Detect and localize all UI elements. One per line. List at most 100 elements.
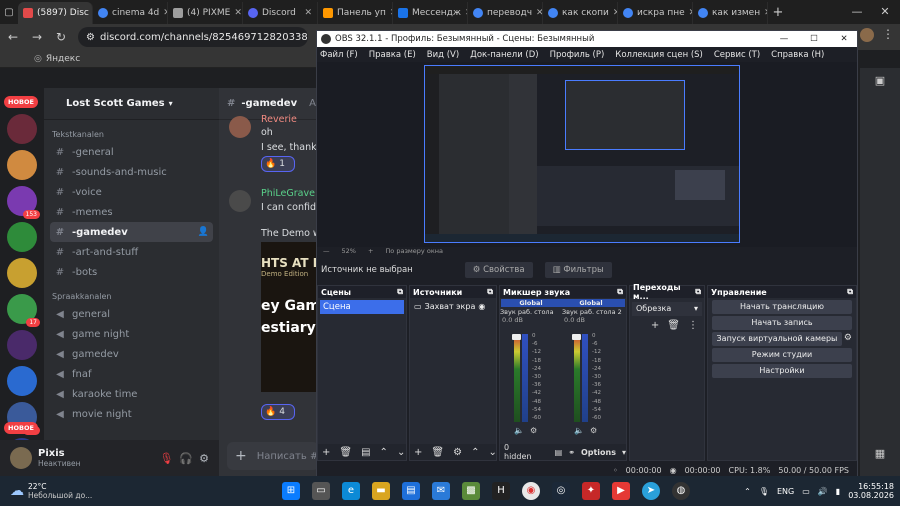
layout-icon[interactable]: ▤: [555, 448, 563, 457]
up-icon[interactable]: ⌃: [471, 447, 479, 458]
more-icon[interactable]: ⋮: [688, 320, 698, 331]
down-icon[interactable]: ⌄: [397, 447, 405, 458]
chevron-down-icon[interactable]: ▾: [622, 448, 626, 457]
gear-icon[interactable]: ⚙: [590, 426, 597, 435]
message-author[interactable]: PhiLeGrave: [261, 188, 315, 199]
eye-icon[interactable]: ◉: [478, 300, 485, 314]
browser-tab[interactable]: переводч ✕: [468, 2, 543, 24]
mail-icon[interactable]: ✉: [432, 482, 450, 500]
browser-tab[interactable]: искра пне✕: [618, 2, 693, 24]
minimize-button[interactable]: —: [842, 0, 872, 24]
dock-float-icon[interactable]: ⧉: [397, 287, 403, 297]
close-window-button[interactable]: ✕: [870, 0, 900, 24]
channel-item[interactable]: # -general: [50, 142, 213, 162]
server-icon[interactable]: [7, 258, 37, 288]
site-info-icon[interactable]: ⚙: [86, 32, 95, 43]
volume-slider[interactable]: [512, 334, 521, 340]
url-field[interactable]: ⚙ discord.com/channels/82546971282033869…: [78, 27, 308, 47]
channel-item[interactable]: # -bots: [50, 262, 213, 282]
browser-tab[interactable]: Discord ✕: [243, 2, 318, 24]
server-icon[interactable]: [7, 330, 37, 360]
start-icon[interactable]: ⊞: [282, 482, 300, 500]
chrome-icon[interactable]: ◉: [522, 482, 540, 500]
telegram-icon[interactable]: ➤: [642, 482, 660, 500]
app-icon[interactable]: ✦: [582, 482, 600, 500]
server-icon[interactable]: 17: [7, 294, 40, 327]
zoom-out-icon[interactable]: —: [323, 247, 330, 257]
network-icon[interactable]: ▭: [802, 487, 810, 496]
category-header[interactable]: Spraakkanalen: [44, 282, 219, 304]
dock-float-icon[interactable]: ⧉: [847, 287, 853, 297]
youtube-icon[interactable]: ▶: [612, 482, 630, 500]
filters-button[interactable]: ▥ Фильтры: [544, 262, 612, 278]
forward-icon[interactable]: →: [30, 30, 44, 44]
microphone-icon[interactable]: 🎙: [759, 487, 769, 496]
start-virtual-camera-button[interactable]: Запуск виртуальной камеры: [712, 332, 842, 346]
link-icon[interactable]: ⚭: [568, 448, 575, 457]
remove-icon[interactable]: 🗑: [667, 320, 680, 331]
battery-icon[interactable]: ▮: [836, 487, 840, 496]
language-indicator[interactable]: ENG: [777, 487, 794, 496]
back-icon[interactable]: ←: [6, 30, 20, 44]
minimize-button[interactable]: —: [771, 34, 797, 44]
browser-tab[interactable]: Мессендж✕: [393, 2, 468, 24]
mute-icon[interactable]: 🎙: [159, 452, 173, 465]
menu-view[interactable]: Вид (V): [427, 50, 459, 60]
voice-channel[interactable]: ◀ fnaf: [50, 364, 213, 384]
channel-item-selected[interactable]: # -gamedev 👤: [50, 222, 213, 242]
reaction-button[interactable]: 🔥 4: [261, 404, 295, 420]
message-author[interactable]: Reverie: [261, 114, 297, 125]
server-header[interactable]: Lost Scott Games ▾: [44, 88, 219, 120]
voice-channel[interactable]: ◀ movie night: [50, 404, 213, 424]
invite-icon[interactable]: 👤: [198, 227, 209, 237]
speaker-icon[interactable]: 🔈: [514, 426, 524, 435]
gear-icon[interactable]: ⚙: [199, 452, 209, 465]
preview-area[interactable]: [317, 62, 857, 247]
store-icon[interactable]: ▤: [402, 482, 420, 500]
close-window-button[interactable]: ✕: [831, 34, 857, 44]
channel-item[interactable]: # -memes: [50, 202, 213, 222]
edge-icon[interactable]: e: [342, 482, 360, 500]
hidden-count[interactable]: 0 hidden: [504, 443, 537, 461]
h-app-icon[interactable]: H: [492, 482, 510, 500]
avatar[interactable]: [229, 116, 251, 138]
clock[interactable]: 16:55:18 03.08.2026: [848, 482, 894, 500]
speaker-icon[interactable]: 🔈: [574, 426, 584, 435]
chevron-up-icon[interactable]: ⌃: [744, 487, 751, 496]
transition-select[interactable]: Обрезка ▾: [632, 302, 702, 316]
new-tab-button[interactable]: +: [768, 2, 788, 24]
server-icon[interactable]: [7, 366, 37, 396]
browser-tab[interactable]: как измен✕: [693, 2, 768, 24]
obs-icon[interactable]: ◍: [672, 482, 690, 500]
voice-channel[interactable]: ◀ game night: [50, 324, 213, 344]
remove-icon[interactable]: 🗑: [431, 447, 444, 458]
voice-channel[interactable]: ◀ gamedev: [50, 344, 213, 364]
server-icon[interactable]: [7, 114, 37, 144]
browser-tab[interactable]: как скопи✕: [543, 2, 618, 24]
voice-channel[interactable]: ◀ general: [50, 304, 213, 324]
server-icon[interactable]: 153: [7, 186, 40, 219]
browser-tab[interactable]: (5897) Disc✕: [18, 2, 93, 24]
gear-icon[interactable]: ⚙: [453, 447, 462, 458]
embed-image[interactable]: HTS AT FREDD Demo Edition ey Game estiar…: [261, 242, 319, 392]
avatar[interactable]: [10, 447, 32, 469]
menu-file[interactable]: Файл (F): [320, 50, 358, 60]
channel-item[interactable]: # -voice: [50, 182, 213, 202]
properties-button[interactable]: ⚙ Свойства: [464, 262, 533, 278]
gear-icon[interactable]: ⚙: [530, 426, 537, 435]
dock-float-icon[interactable]: ⧉: [617, 287, 623, 297]
options-button[interactable]: Options: [581, 448, 616, 457]
close-tab-icon[interactable]: ✕: [536, 8, 542, 18]
dock-float-icon[interactable]: ⧉: [487, 287, 493, 297]
menu-scene-collection[interactable]: Коллекция сцен (S): [615, 50, 703, 60]
steam-icon[interactable]: ◎: [552, 482, 570, 500]
menu-docks[interactable]: Док-панели (D): [470, 50, 538, 60]
add-icon[interactable]: +: [414, 447, 422, 458]
browser-tab[interactable]: cinema 4d✕: [93, 2, 168, 24]
browser-tab[interactable]: (4) PIXME ✕: [168, 2, 243, 24]
headphones-icon[interactable]: 🎧: [179, 452, 193, 465]
studio-mode-button[interactable]: Режим студии: [712, 348, 852, 362]
message-input[interactable]: + Написать #: [227, 442, 319, 470]
reload-icon[interactable]: ↻: [54, 30, 68, 44]
voice-channel[interactable]: ◀ karaoke time: [50, 384, 213, 404]
